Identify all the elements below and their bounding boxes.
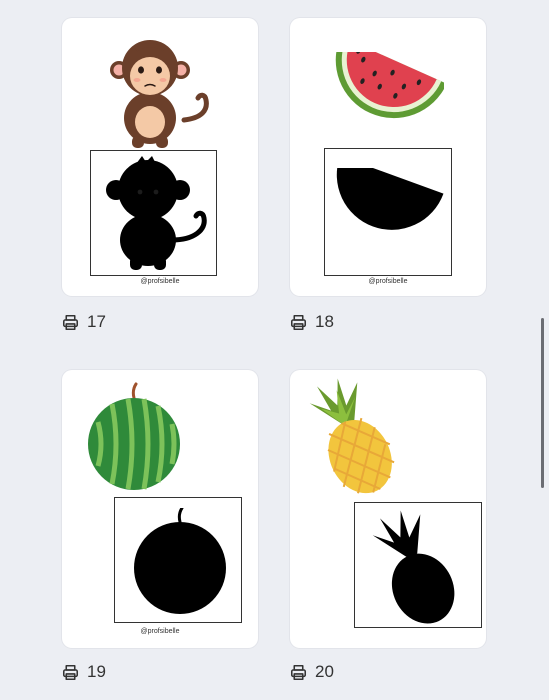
- print-count-18[interactable]: 18: [290, 312, 334, 332]
- monkey-silhouette: [106, 156, 207, 270]
- printer-icon: [290, 664, 307, 680]
- credit-text: @profsibelle: [368, 278, 408, 285]
- worksheet-card-17[interactable]: @profsibelle: [62, 18, 258, 296]
- print-count-20[interactable]: 20: [290, 662, 334, 682]
- worksheet-card-19[interactable]: @profsibelle: [62, 370, 258, 648]
- printer-icon: [62, 664, 79, 680]
- monkey-illustration: [110, 40, 209, 148]
- watermelon-slice-illustration: [335, 52, 444, 119]
- printer-icon: [62, 314, 79, 330]
- card-number: 19: [87, 662, 106, 681]
- vertical-scrollbar[interactable]: [541, 318, 544, 488]
- watermelon-silhouette: [134, 508, 226, 614]
- pineapple-illustration: [309, 378, 395, 494]
- watermelon-illustration: [88, 382, 180, 490]
- card-number: 18: [315, 312, 334, 331]
- watermelon-slice-silhouette: [336, 168, 444, 230]
- card-number: 20: [315, 662, 334, 681]
- worksheet-card-18[interactable]: @profsibelle: [290, 18, 486, 296]
- pineapple-silhouette: [372, 510, 455, 624]
- worksheet-card-20[interactable]: [290, 370, 486, 648]
- card-number: 17: [87, 312, 106, 331]
- credit-text: @profsibelle: [140, 628, 180, 635]
- print-count-17[interactable]: 17: [62, 312, 106, 332]
- print-count-19[interactable]: 19: [62, 662, 106, 682]
- credit-text: @profsibelle: [140, 278, 180, 285]
- printer-icon: [290, 314, 307, 330]
